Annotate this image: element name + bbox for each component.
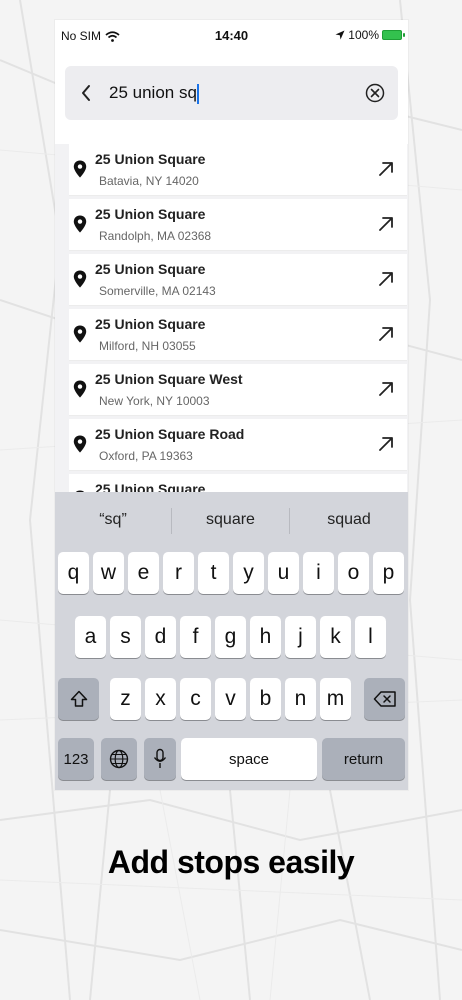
key-i[interactable]: i [303,552,334,594]
suggestion-item[interactable]: square [172,492,289,548]
key-r[interactable]: r [163,552,194,594]
status-bar: No SIM 14:40 100% [55,20,408,52]
battery-icon [382,30,405,40]
key-x[interactable]: x [145,678,176,720]
map-pin-icon [73,270,87,288]
phone-screen: No SIM 14:40 100% 25 union sq 25 Union S… [55,20,408,790]
promo-tagline: Add stops easily [107,844,355,880]
numbers-key[interactable]: 123 [58,738,94,780]
key-u[interactable]: u [268,552,299,594]
result-item[interactable]: 25 Union Square West New York, NY 10003 [69,364,407,416]
key-o[interactable]: o [338,552,369,594]
space-key[interactable]: space [181,738,317,780]
text-caret [196,83,199,104]
backspace-icon[interactable] [364,678,405,720]
result-subtitle: Randolph, MA 02368 [99,229,212,243]
return-key[interactable]: return [322,738,405,780]
arrow-up-right-icon[interactable] [377,380,395,398]
chevron-left-icon[interactable] [71,78,101,108]
result-subtitle: Oxford, PA 19363 [99,449,193,463]
battery-percent: 100% [348,28,379,42]
suggestion-item[interactable]: “sq” [55,492,171,548]
key-v[interactable]: v [215,678,246,720]
result-item[interactable]: 25 Union Square Randolph, MA 02368 [69,199,407,251]
result-item[interactable]: 25 Union Square Road Oxford, PA 19363 [69,419,407,471]
result-title: 25 Union Square West [95,371,243,387]
key-g[interactable]: g [215,616,246,658]
search-results-list: 25 Union Square Batavia, NY 14020 25 Uni… [55,144,408,494]
keyboard: “sq” square squad q w e r t y u i o p a … [55,492,408,790]
arrow-up-right-icon[interactable] [377,215,395,233]
arrow-up-right-icon[interactable] [377,435,395,453]
search-bar[interactable]: 25 union sq [65,66,398,120]
map-pin-icon [73,160,87,178]
result-item[interactable]: 25 Union Square [69,474,407,494]
map-pin-icon [73,215,87,233]
result-title: 25 Union Square Road [95,426,245,442]
key-p[interactable]: p [373,552,404,594]
result-subtitle: Milford, NH 03055 [99,339,196,353]
result-subtitle: Somerville, MA 02143 [99,284,216,298]
arrow-up-right-icon[interactable] [377,270,395,288]
key-t[interactable]: t [198,552,229,594]
map-pin-icon [73,435,87,453]
result-item[interactable]: 25 Union Square Milford, NH 03055 [69,309,407,361]
result-subtitle: Batavia, NY 14020 [99,174,199,188]
result-title: 25 Union Square [95,261,206,277]
location-arrow-icon [335,30,345,40]
result-item[interactable]: 25 Union Square Somerville, MA 02143 [69,254,407,306]
search-query: 25 union sq [109,83,197,102]
result-item[interactable]: 25 Union Square Batavia, NY 14020 [69,144,407,196]
key-e[interactable]: e [128,552,159,594]
clear-circle-icon[interactable] [362,80,388,106]
key-d[interactable]: d [145,616,176,658]
key-s[interactable]: s [110,616,141,658]
key-f[interactable]: f [180,616,211,658]
key-q[interactable]: q [58,552,89,594]
result-subtitle: New York, NY 10003 [99,394,210,408]
key-h[interactable]: h [250,616,281,658]
shift-icon[interactable] [58,678,99,720]
key-a[interactable]: a [75,616,106,658]
search-header: 25 union sq [55,52,408,152]
suggestion-bar: “sq” square squad [55,492,408,548]
key-c[interactable]: c [180,678,211,720]
key-b[interactable]: b [250,678,281,720]
microphone-icon[interactable] [144,738,176,780]
key-z[interactable]: z [110,678,141,720]
arrow-up-right-icon[interactable] [377,160,395,178]
key-k[interactable]: k [320,616,351,658]
result-title: 25 Union Square [95,206,206,222]
result-title: 25 Union Square [95,151,206,167]
map-pin-icon [73,380,87,398]
map-pin-icon [73,325,87,343]
arrow-up-right-icon[interactable] [377,325,395,343]
status-right-group: 100% [335,28,405,42]
key-j[interactable]: j [285,616,316,658]
key-n[interactable]: n [285,678,316,720]
key-y[interactable]: y [233,552,264,594]
key-l[interactable]: l [355,616,386,658]
globe-icon[interactable] [101,738,137,780]
key-w[interactable]: w [93,552,124,594]
search-input[interactable]: 25 union sq [109,78,199,108]
result-title: 25 Union Square [95,316,206,332]
suggestion-item[interactable]: squad [290,492,408,548]
key-m[interactable]: m [320,678,351,720]
